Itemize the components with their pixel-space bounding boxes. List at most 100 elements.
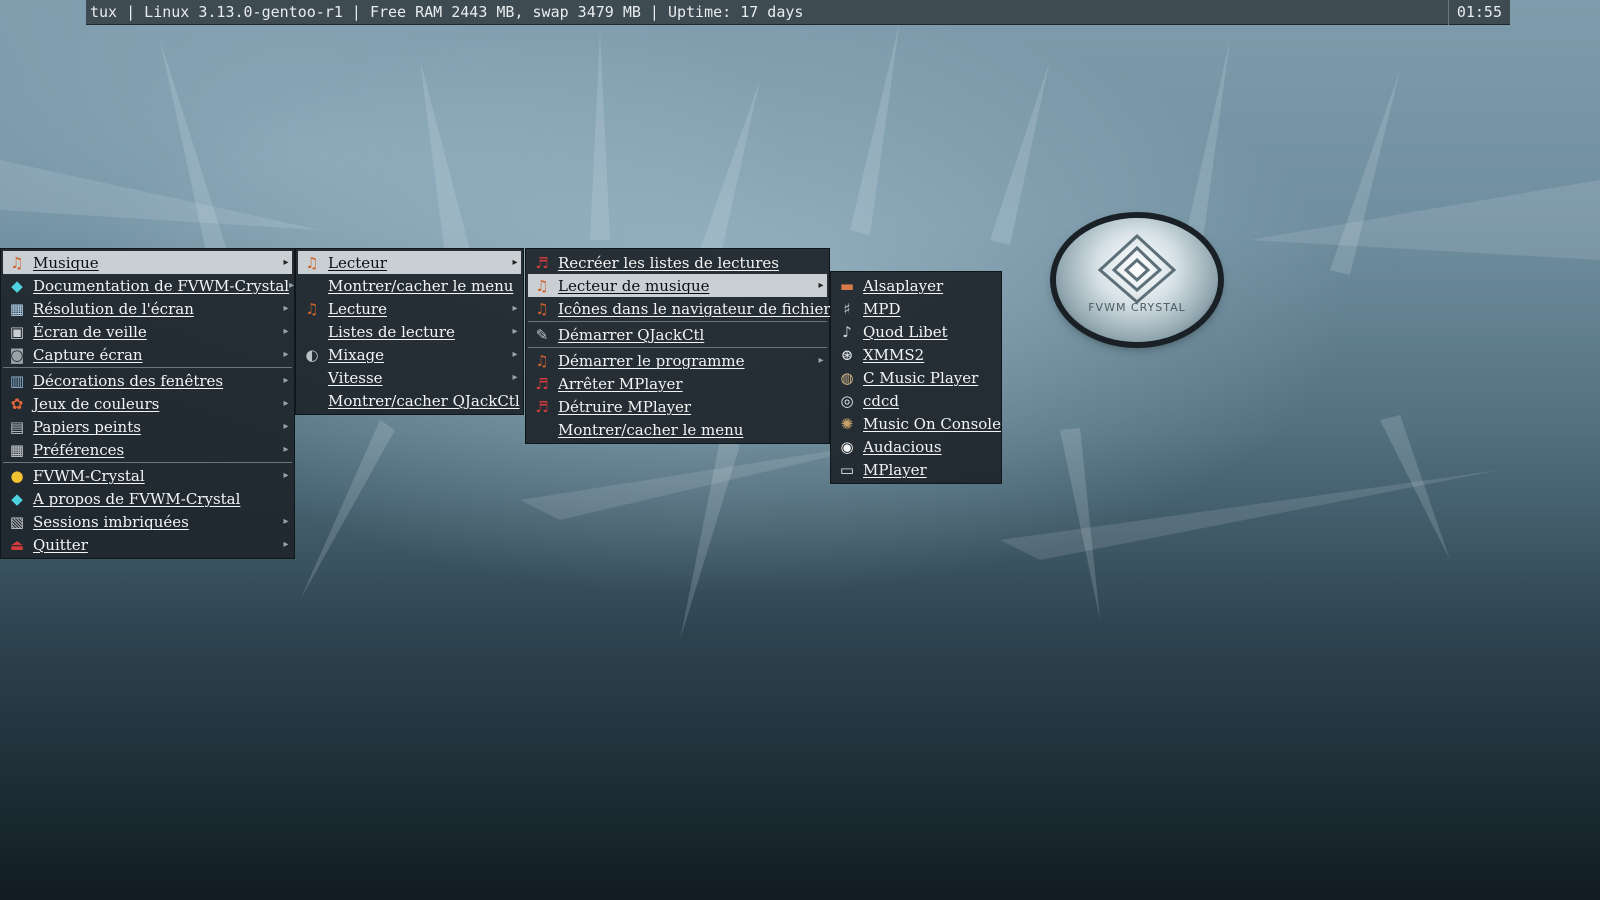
menu-item-label: Mixage [328, 345, 385, 364]
submenu-arrow-icon: ▸ [512, 372, 518, 383]
cmus-icon: ◍ [840, 368, 854, 387]
menu-item-label: Listes de lecture [328, 322, 455, 341]
menu-item-xmms2[interactable]: ⊛ XMMS2 [833, 343, 999, 366]
menu-item-decorations[interactable]: ▥ Décorations des fenêtres ▸ [3, 369, 292, 392]
menu-item-label: Montrer/cacher QJackCtl [328, 391, 520, 410]
menu-item-demarrer-qjackctl[interactable]: ✎ Démarrer QJackCtl [528, 323, 827, 346]
mpd-icon: ♯ [843, 299, 851, 318]
menu-item-label: Lecteur [328, 253, 387, 272]
menu-item-listes-de-lecture[interactable]: Listes de lecture ▸ [298, 320, 521, 343]
submenu-arrow-icon: ▸ [283, 539, 289, 550]
menu-item-label: Papiers peints [33, 417, 141, 436]
submenu-arrow-icon: ▸ [289, 280, 295, 291]
sessions-icon: ▧ [9, 512, 25, 531]
menu-item-label: Démarrer QJackCtl [558, 325, 705, 344]
color-palette-icon: ✿ [10, 394, 24, 413]
menu-item-capture-ecran[interactable]: ◙ Capture écran ▸ [3, 343, 292, 366]
submenu-arrow-icon: ▸ [283, 444, 289, 455]
menu-item-label: Documentation de FVWM-Crystal [33, 276, 290, 295]
music-note-icon: ♫ [305, 299, 319, 318]
diamond-icon: ◆ [11, 489, 23, 508]
menu-item-documentation[interactable]: ◆ Documentation de FVWM-Crystal ▸ [3, 274, 295, 297]
quodlibet-icon: ♪ [842, 322, 852, 341]
menu-item-audacious[interactable]: ◉ Audacious [833, 435, 999, 458]
submenu-arrow-icon: ▸ [283, 470, 289, 481]
menu-item-label: Écran de veille [33, 322, 147, 341]
menu-item-quod-libet[interactable]: ♪ Quod Libet [833, 320, 999, 343]
submenu-arrow-icon: ▸ [283, 257, 289, 268]
menu-item-label: Détruire MPlayer [558, 397, 692, 416]
menu-item-a-propos[interactable]: ◆ A propos de FVWM-Crystal [3, 487, 292, 510]
alsaplayer-icon: ▬ [839, 276, 855, 295]
menu-item-mpd[interactable]: ♯ MPD [833, 297, 999, 320]
top-status-bar: tux | Linux 3.13.0-gentoo-r1 | Free RAM … [86, 0, 1510, 25]
menu-item-montrer-cacher-qjackctl[interactable]: Montrer/cacher QJackCtl [298, 389, 521, 412]
xmms2-icon: ⊛ [840, 345, 854, 364]
submenu-arrow-icon: ▸ [512, 257, 518, 268]
menu-item-label: Alsaplayer [863, 276, 944, 295]
menu-item-lecteur-de-musique[interactable]: ♫ Lecteur de musique ▸ [528, 274, 827, 297]
submenu-arrow-icon: ▸ [512, 349, 518, 360]
menu-item-lecture[interactable]: ♫ Lecture ▸ [298, 297, 521, 320]
blank-icon [302, 323, 322, 341]
menu-item-label: XMMS2 [863, 345, 925, 364]
mplayer-icon: ▭ [839, 460, 855, 479]
wrench-icon: ✎ [535, 325, 549, 344]
menu-item-c-music-player[interactable]: ◍ C Music Player [833, 366, 999, 389]
submenu-arrow-icon: ▸ [283, 375, 289, 386]
clock[interactable]: 01:55 [1447, 0, 1510, 25]
crystal-diamond-icon [1097, 233, 1177, 304]
window-decorations-icon: ▥ [9, 371, 25, 390]
menu-item-label: Sessions imbriquées [33, 512, 189, 531]
menu-item-musique[interactable]: ♫ Musique ▸ [3, 251, 292, 274]
mixer-icon: ◐ [305, 345, 319, 364]
menu-item-resolution[interactable]: ▦ Résolution de l'écran ▸ [3, 297, 292, 320]
submenu-arrow-icon: ▸ [512, 326, 518, 337]
menu-item-fvwm-crystal[interactable]: ● FVWM-Crystal ▸ [3, 464, 292, 487]
menu-item-preferences[interactable]: ▦ Préférences ▸ [3, 438, 292, 461]
music-note-icon: ♫ [10, 253, 24, 272]
menu-item-label: Audacious [863, 437, 942, 456]
menu-item-detruire-mplayer[interactable]: ♬ Détruire MPlayer [528, 395, 827, 418]
menu-item-demarrer-programme[interactable]: ♫ Démarrer le programme ▸ [528, 349, 827, 372]
menu-item-recreer-listes[interactable]: ♬ Recréer les listes de lectures [528, 251, 827, 274]
crystal-ball-icon: ● [10, 466, 24, 485]
menu-item-sessions-imbriquees[interactable]: ▧ Sessions imbriquées ▸ [3, 510, 292, 533]
system-status-text: tux | Linux 3.13.0-gentoo-r1 | Free RAM … [90, 3, 804, 21]
menu-item-jeux-de-couleurs[interactable]: ✿ Jeux de couleurs ▸ [3, 392, 292, 415]
menu-item-label: Music On Console [863, 414, 1001, 433]
menu-item-mixage[interactable]: ◐ Mixage ▸ [298, 343, 521, 366]
menu-item-montrer-cacher-menu-2[interactable]: Montrer/cacher le menu [528, 418, 827, 441]
menu-item-label: MPD [863, 299, 901, 318]
menu-item-arreter-mplayer[interactable]: ♬ Arrêter MPlayer [528, 372, 827, 395]
preferences-icon: ▦ [9, 440, 25, 459]
menu-item-cdcd[interactable]: ◎ cdcd [833, 389, 999, 412]
submenu-arrow-icon: ▸ [283, 326, 289, 337]
menu-item-alsaplayer[interactable]: ▬ Alsaplayer [833, 274, 999, 297]
cd-icon: ◎ [840, 391, 854, 410]
menu-item-label: Démarrer le programme [558, 351, 745, 370]
menu-item-icones-navigateur[interactable]: ♫ Icônes dans le navigateur de fichier ▸ [528, 297, 835, 320]
menu-item-quitter[interactable]: ⏏ Quitter ▸ [3, 533, 292, 556]
menu-item-label: Jeux de couleurs [33, 394, 160, 413]
exit-icon: ⏏ [9, 535, 25, 554]
menu-separator [528, 321, 827, 322]
menu-item-label: Préférences [33, 440, 125, 459]
screensaver-icon: ▣ [9, 322, 25, 341]
root-menu: ♫ Musique ▸ ◆ Documentation de FVWM-Crys… [0, 248, 295, 559]
moc-icon: ✺ [840, 414, 854, 433]
menu-item-ecran-de-veille[interactable]: ▣ Écran de veille ▸ [3, 320, 292, 343]
lecteur-de-musique-submenu: ▬ Alsaplayer ♯ MPD ♪ Quod Libet ⊛ XMMS2 … [830, 271, 1002, 484]
audacious-icon: ◉ [840, 437, 854, 456]
menu-item-vitesse[interactable]: Vitesse ▸ [298, 366, 521, 389]
menu-item-mplayer[interactable]: ▭ MPlayer [833, 458, 999, 481]
blank-icon [302, 369, 322, 387]
menu-item-music-on-console[interactable]: ✺ Music On Console [833, 412, 1001, 435]
music-note-icon: ♫ [535, 299, 549, 318]
music-note-icon: ♫ [305, 253, 319, 272]
submenu-arrow-icon: ▸ [283, 398, 289, 409]
menu-item-lecteur[interactable]: ♫ Lecteur ▸ [298, 251, 521, 274]
submenu-arrow-icon: ▸ [512, 303, 518, 314]
menu-item-papiers-peints[interactable]: ▤ Papiers peints ▸ [3, 415, 292, 438]
menu-item-montrer-cacher-menu[interactable]: Montrer/cacher le menu [298, 274, 521, 297]
